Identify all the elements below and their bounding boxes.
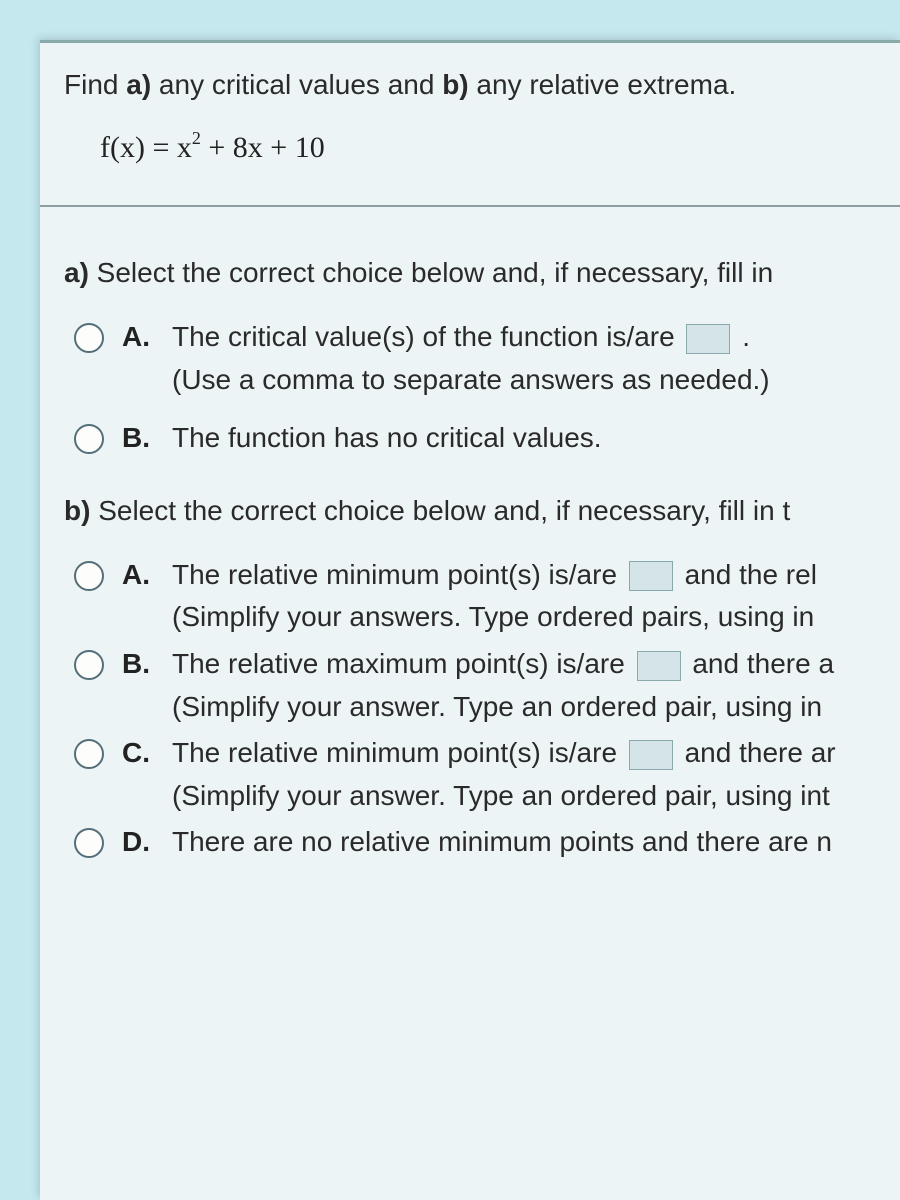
answer-input[interactable] (629, 561, 673, 591)
question-prompt: Find a) any critical values and b) any r… (64, 67, 900, 102)
option-text: and there ar (677, 737, 836, 768)
formula-right: + 8x + 10 (201, 131, 325, 164)
part-a-option-a: A. The critical value(s) of the function… (74, 317, 900, 400)
option-body: The critical value(s) of the function is… (172, 317, 900, 400)
function-formula: f(x) = x2 + 8x + 10 (100, 130, 900, 165)
option-text: The function has no critical values. (172, 418, 900, 459)
radio-a-A[interactable] (74, 323, 104, 353)
question-panel: Find a) any critical values and b) any r… (40, 40, 900, 1200)
option-letter: D. (122, 826, 158, 858)
option-text: and there a (685, 648, 834, 679)
option-text: There are no relative minimum points and… (172, 822, 900, 863)
formula-exponent: 2 (192, 128, 201, 148)
prompt-a-bold: a) (126, 69, 151, 100)
option-letter: C. (122, 737, 158, 769)
option-letter: B. (122, 648, 158, 680)
part-b-option-b: B. The relative maximum point(s) is/are … (74, 644, 900, 727)
option-hint: (Simplify your answers. Type ordered pai… (172, 597, 900, 638)
radio-b-D[interactable] (74, 828, 104, 858)
option-hint: (Simplify your answer. Type an ordered p… (172, 776, 900, 817)
part-a-bold: a) (64, 257, 89, 288)
answer-input[interactable] (629, 740, 673, 770)
option-text: and the rel (677, 559, 817, 590)
divider (40, 205, 900, 207)
part-b-label: b) Select the correct choice below and, … (64, 495, 900, 527)
option-hint: (Use a comma to separate answers as need… (172, 360, 900, 401)
option-body: The relative minimum point(s) is/are and… (172, 733, 900, 816)
prompt-b-bold: b) (442, 69, 468, 100)
radio-b-C[interactable] (74, 739, 104, 769)
option-hint: (Simplify your answer. Type an ordered p… (172, 687, 900, 728)
option-letter: B. (122, 422, 158, 454)
option-letter: A. (122, 559, 158, 591)
option-text: The relative minimum point(s) is/are (172, 737, 625, 768)
prompt-text: any relative extrema. (469, 69, 737, 100)
option-text: The relative maximum point(s) is/are (172, 648, 633, 679)
part-b-bold: b) (64, 495, 90, 526)
option-letter: A. (122, 321, 158, 353)
radio-b-A[interactable] (74, 561, 104, 591)
answer-input[interactable] (686, 324, 730, 354)
part-b-option-c: C. The relative minimum point(s) is/are … (74, 733, 900, 816)
radio-a-B[interactable] (74, 424, 104, 454)
part-b-option-d: D. There are no relative minimum points … (74, 822, 900, 863)
formula-left: f(x) = x (100, 131, 192, 164)
option-body: The relative maximum point(s) is/are and… (172, 644, 900, 727)
option-body: The relative minimum point(s) is/are and… (172, 555, 900, 638)
option-text: The relative minimum point(s) is/are (172, 559, 625, 590)
part-a-label: a) Select the correct choice below and, … (64, 257, 900, 289)
option-text: . (734, 321, 750, 352)
answer-input[interactable] (637, 651, 681, 681)
part-a-option-b: B. The function has no critical values. (74, 418, 900, 459)
prompt-text: Find (64, 69, 126, 100)
part-b-text: Select the correct choice below and, if … (90, 495, 790, 526)
part-a-text: Select the correct choice below and, if … (89, 257, 773, 288)
part-b-option-a: A. The relative minimum point(s) is/are … (74, 555, 900, 638)
radio-b-B[interactable] (74, 650, 104, 680)
prompt-text: any critical values and (151, 69, 442, 100)
option-text: The critical value(s) of the function is… (172, 321, 682, 352)
